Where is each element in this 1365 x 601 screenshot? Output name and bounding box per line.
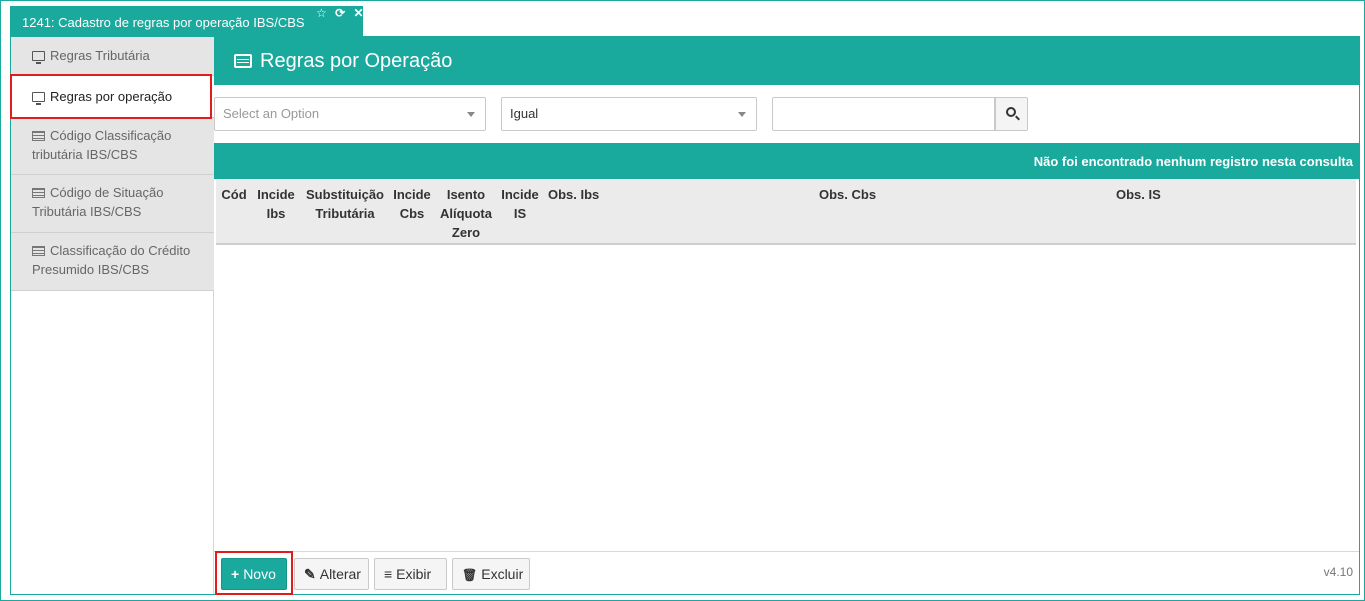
version-label: v4.10 <box>1323 565 1353 579</box>
result-message: Não foi encontrado nenhum registro nesta… <box>1033 154 1353 169</box>
list-icon <box>32 246 45 256</box>
result-message-bar: Não foi encontrado nenhum registro nesta… <box>214 143 1359 179</box>
sidebar-item-classificacao-credito[interactable]: Classificação do Crédito Presumido IBS/C… <box>11 233 214 291</box>
column-header-substituicao-tributaria[interactable]: Substituição Tributária <box>304 185 386 223</box>
sidebar-item-label: Código Classificação tributária IBS/CBS <box>32 128 172 162</box>
alterar-button[interactable]: ✎ Alterar <box>294 558 369 590</box>
table-body <box>216 247 1356 551</box>
alterar-button-label: Alterar <box>319 566 361 582</box>
column-header-obs-ibs[interactable]: Obs. Ibs <box>548 185 599 204</box>
tab-title: 1241: Cadastro de regras por operação IB… <box>22 15 305 30</box>
column-header-isento-aliquota-zero[interactable]: Isento Alíquota Zero <box>437 185 495 242</box>
caret-down-icon <box>738 112 746 117</box>
action-bar: + Novo ✎ Alterar ≡ Exibir 🗑 Excluir v4.10 <box>214 551 1359 594</box>
operator-select-value: Igual <box>510 106 539 121</box>
monitor-icon <box>32 92 45 105</box>
align-left-icon: ≡ <box>384 566 393 582</box>
column-header-obs-cbs[interactable]: Obs. Cbs <box>819 185 876 204</box>
tab-cadastro-regras[interactable]: 1241: Cadastro de regras por operação IB… <box>10 6 364 37</box>
plus-icon: + <box>231 566 240 582</box>
trash-icon: 🗑 <box>462 568 478 582</box>
sidebar-item-regras-tributaria[interactable]: Regras Tributária <box>11 37 214 76</box>
content-container: Regras Tributária Regras por operação Có… <box>10 36 1360 595</box>
column-header-obs-is[interactable]: Obs. IS <box>1116 185 1161 204</box>
search-button[interactable] <box>995 97 1028 131</box>
sidebar-item-codigo-classificacao[interactable]: Código Classificação tributária IBS/CBS <box>11 118 214 175</box>
column-header-incide-is[interactable]: Incide IS <box>500 185 540 223</box>
column-header-incide-cbs[interactable]: Incide Cbs <box>391 185 433 223</box>
refresh-icon[interactable]: ⟳ <box>335 6 345 20</box>
star-outline-icon[interactable]: ☆ <box>316 6 327 20</box>
pencil-icon: ✎ <box>304 566 316 582</box>
search-input[interactable] <box>772 97 995 131</box>
sidebar-item-label: Código de Situação Tributária IBS/CBS <box>32 185 164 219</box>
filter-bar: Select an Option Igual <box>214 85 1359 143</box>
excluir-button-label: Excluir <box>481 566 524 582</box>
field-select-placeholder: Select an Option <box>223 106 320 121</box>
list-icon <box>32 131 45 141</box>
novo-button-label: Novo <box>243 566 276 582</box>
list-icon <box>32 188 45 198</box>
sidebar-item-regras-por-operacao[interactable]: Regras por operação <box>11 76 214 118</box>
close-icon[interactable]: ✕ <box>354 6 364 20</box>
column-header-cod[interactable]: Cód <box>219 185 249 204</box>
sidebar: Regras Tributária Regras por operação Có… <box>11 37 214 594</box>
sidebar-item-codigo-situacao[interactable]: Código de Situação Tributária IBS/CBS <box>11 175 214 233</box>
sidebar-item-label: Regras por operação <box>50 89 173 104</box>
field-select[interactable]: Select an Option <box>214 97 486 131</box>
sidebar-item-label: Regras Tributária <box>50 48 150 63</box>
main-panel: Regras por Operação Select an Option Igu… <box>214 37 1359 594</box>
caret-down-icon <box>467 112 475 117</box>
operator-select[interactable]: Igual <box>501 97 757 131</box>
search-icon <box>1006 107 1016 117</box>
excluir-button[interactable]: 🗑 Excluir <box>452 558 530 590</box>
exibir-button[interactable]: ≡ Exibir <box>374 558 447 590</box>
monitor-icon <box>32 51 45 64</box>
app-window: 1241: Cadastro de regras por operação IB… <box>0 0 1365 601</box>
main-header: Regras por Operação <box>214 37 1359 85</box>
column-header-incide-ibs[interactable]: Incide Ibs <box>254 185 298 223</box>
sidebar-item-label: Classificação do Crédito Presumido IBS/C… <box>32 243 191 277</box>
exibir-button-label: Exibir <box>396 566 432 582</box>
page-title: Regras por Operação <box>260 50 453 72</box>
list-alt-icon <box>234 54 252 68</box>
novo-button[interactable]: + Novo <box>221 558 287 590</box>
table-header: Cód Incide Ibs Substituição Tributária I… <box>216 179 1356 245</box>
